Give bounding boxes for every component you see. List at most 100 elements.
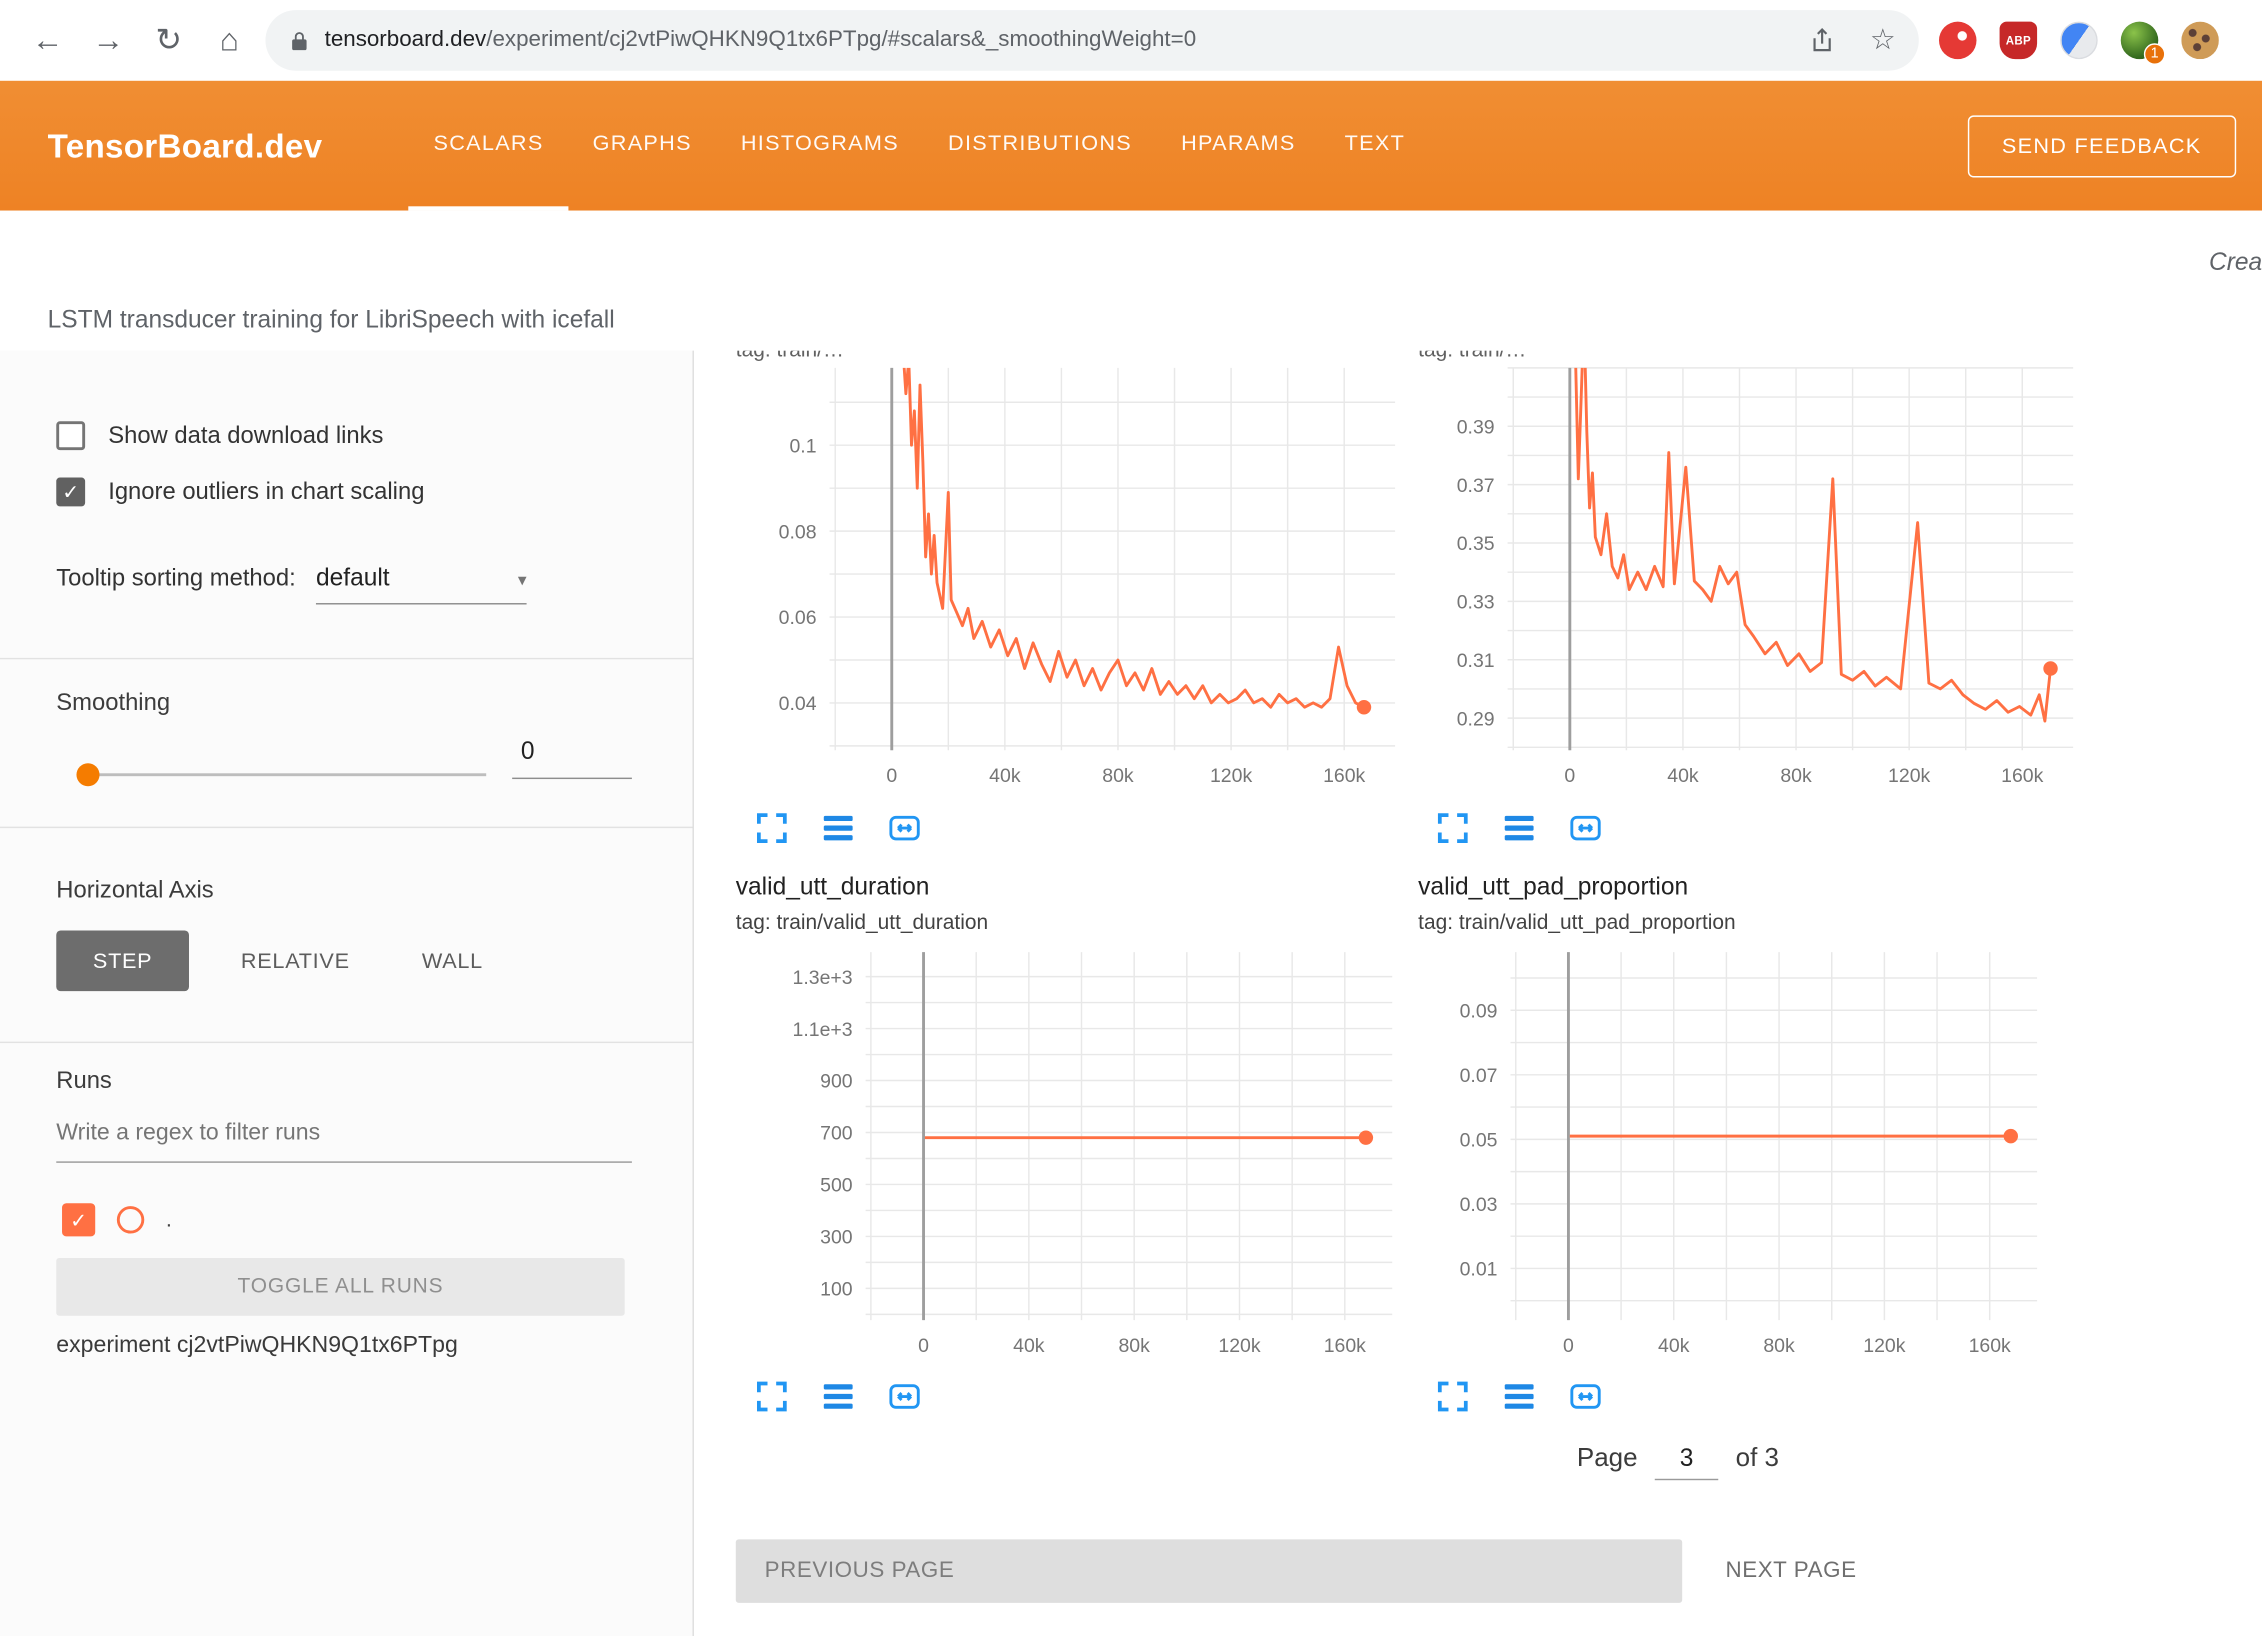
run-checkbox[interactable]: ✓: [62, 1203, 95, 1236]
chart-toolbar: [753, 1378, 923, 1416]
smoothing-slider-track[interactable]: [79, 773, 486, 776]
svg-text:0.03: 0.03: [1460, 1194, 1498, 1216]
scalar-chart-valid-utt-pad-proportion[interactable]: 040k80k120k160k0.010.030.050.070.09: [1408, 941, 2086, 1374]
blue-extension-icon[interactable]: [2060, 22, 2098, 60]
profile-avatar[interactable]: 1: [2121, 22, 2159, 60]
svg-text:0.04: 0.04: [779, 693, 817, 715]
data-table-icon[interactable]: [819, 1378, 857, 1416]
svg-text:1.1e+3: 1.1e+3: [793, 1019, 853, 1041]
red-extension-icon[interactable]: [1939, 22, 1977, 60]
divider: [0, 1042, 692, 1043]
chart-tag: tag: train/valid_utt_duration: [736, 912, 988, 935]
svg-text:0: 0: [1564, 765, 1575, 787]
run-list-item[interactable]: ✓ .: [62, 1203, 172, 1236]
svg-text:0.07: 0.07: [1460, 1065, 1498, 1087]
svg-text:40k: 40k: [1013, 1335, 1045, 1357]
svg-text:0.08: 0.08: [779, 521, 817, 543]
axis-option-wall[interactable]: WALL: [402, 931, 503, 992]
svg-text:120k: 120k: [1863, 1335, 1905, 1357]
reload-icon[interactable]: ↻: [138, 22, 199, 60]
svg-text:40k: 40k: [1667, 765, 1699, 787]
address-bar[interactable]: tensorboard.dev/experiment/cj2vtPiwQHKN9…: [265, 10, 1918, 71]
ignore-outliers-label: Ignore outliers in chart scaling: [108, 478, 424, 505]
cookie-extension-icon[interactable]: [2181, 22, 2219, 60]
svg-text:160k: 160k: [2001, 765, 2043, 787]
ignore-outliers-checkbox[interactable]: ✓: [56, 478, 85, 507]
svg-text:120k: 120k: [1218, 1335, 1260, 1357]
axis-option-step[interactable]: STEP: [56, 931, 189, 992]
svg-text:0.01: 0.01: [1460, 1259, 1498, 1281]
svg-text:160k: 160k: [1969, 1335, 2011, 1357]
tab-text[interactable]: TEXT: [1320, 81, 1430, 211]
tab-distributions[interactable]: DISTRIBUTIONS: [923, 81, 1156, 211]
svg-text:0: 0: [918, 1335, 929, 1357]
url-text: tensorboard.dev/experiment/cj2vtPiwQHKN9…: [325, 27, 1810, 53]
show-download-links-row[interactable]: ✓ Show data download links: [56, 421, 383, 450]
chart-toolbar: [753, 809, 923, 847]
svg-text:40k: 40k: [1658, 1335, 1690, 1357]
svg-text:1.3e+3: 1.3e+3: [793, 967, 853, 989]
charts-panel: tag: train/… tag: train/… 040k80k120k160…: [694, 351, 2262, 1636]
svg-text:900: 900: [820, 1071, 853, 1093]
run-color-swatch: [117, 1206, 144, 1233]
smoothing-value-input[interactable]: 0: [512, 737, 632, 779]
tab-hparams[interactable]: HPARAMS: [1157, 81, 1321, 211]
tab-scalars[interactable]: SCALARS: [409, 81, 568, 211]
svg-text:80k: 80k: [1102, 765, 1134, 787]
tooltip-sorting-value: default: [316, 564, 390, 593]
svg-text:0.09: 0.09: [1460, 1000, 1498, 1022]
check-icon: ✓: [70, 1210, 87, 1230]
expand-chart-icon[interactable]: [753, 809, 791, 847]
settings-sidebar: ✓ Show data download links ✓ Ignore outl…: [0, 351, 694, 1636]
horizontal-axis-buttons: STEP RELATIVE WALL: [56, 931, 503, 992]
svg-text:0.39: 0.39: [1457, 416, 1495, 438]
bookmark-star-icon[interactable]: ☆: [1870, 26, 1896, 55]
page-number-input[interactable]: [1655, 1444, 1718, 1480]
tab-histograms[interactable]: HISTOGRAMS: [716, 81, 923, 211]
check-icon: ✓: [62, 482, 79, 502]
fit-domain-icon[interactable]: [886, 1378, 924, 1416]
tab-graphs[interactable]: GRAPHS: [568, 81, 716, 211]
lock-icon: [289, 30, 311, 52]
expand-chart-icon[interactable]: [753, 1378, 791, 1416]
divider: [0, 658, 692, 659]
show-download-links-label: Show data download links: [108, 422, 383, 449]
expand-chart-icon[interactable]: [1434, 809, 1472, 847]
fit-domain-icon[interactable]: [1567, 809, 1605, 847]
smoothing-slider-thumb[interactable]: [76, 763, 99, 786]
avatar-badge: 1: [2144, 43, 2166, 65]
data-table-icon[interactable]: [819, 809, 857, 847]
svg-text:120k: 120k: [1210, 765, 1252, 787]
svg-text:300: 300: [820, 1227, 853, 1249]
axis-option-relative[interactable]: RELATIVE: [221, 931, 370, 992]
next-page-button[interactable]: NEXT PAGE: [1717, 1539, 1865, 1602]
svg-text:0: 0: [1563, 1335, 1574, 1357]
ignore-outliers-row[interactable]: ✓ Ignore outliers in chart scaling: [56, 478, 424, 507]
scalar-chart-valid-utt-duration[interactable]: 040k80k120k160k1003005007009001.1e+31.3e…: [763, 941, 1441, 1374]
show-download-links-checkbox[interactable]: ✓: [56, 421, 85, 450]
scalar-chart-top-right[interactable]: 040k80k120k160k0.290.310.330.350.370.39: [1410, 364, 2088, 797]
chart-toolbar: [1434, 1378, 1604, 1416]
expand-chart-icon[interactable]: [1434, 1378, 1472, 1416]
fit-domain-icon[interactable]: [1567, 1378, 1605, 1416]
home-icon[interactable]: ⌂: [199, 22, 260, 60]
scalar-chart-top-left[interactable]: 040k80k120k160k0.040.060.080.1: [731, 364, 1409, 797]
data-table-icon[interactable]: [1500, 809, 1538, 847]
fit-domain-icon[interactable]: [886, 809, 924, 847]
runs-filter-input[interactable]: Write a regex to filter runs: [56, 1121, 632, 1163]
toggle-all-runs-button[interactable]: TOGGLE ALL RUNS: [56, 1258, 624, 1316]
adblock-extension-icon[interactable]: ABP: [2000, 22, 2038, 60]
svg-text:0.31: 0.31: [1457, 650, 1495, 672]
share-icon[interactable]: [1809, 27, 1835, 53]
data-table-icon[interactable]: [1500, 1378, 1538, 1416]
previous-page-button[interactable]: PREVIOUS PAGE: [736, 1539, 1682, 1602]
forward-icon[interactable]: →: [78, 22, 139, 60]
send-feedback-button[interactable]: SEND FEEDBACK: [1967, 115, 2236, 177]
tooltip-sorting-select[interactable]: default ▾: [316, 564, 527, 604]
svg-text:80k: 80k: [1763, 1335, 1795, 1357]
browser-chrome: ← → ↻ ⌂ tensorboard.dev/experiment/cj2vt…: [0, 0, 2262, 81]
back-icon[interactable]: ←: [17, 22, 78, 60]
svg-text:80k: 80k: [1780, 765, 1812, 787]
brand-title: TensorBoard.dev: [48, 126, 323, 165]
run-name: .: [166, 1208, 172, 1233]
